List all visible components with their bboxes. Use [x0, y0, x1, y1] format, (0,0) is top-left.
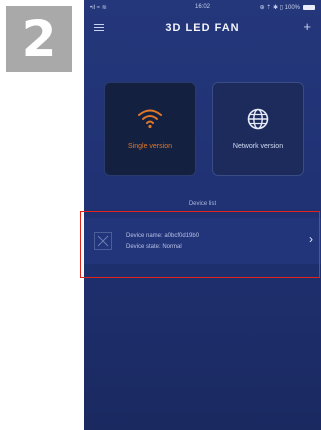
status-bar: •ıl ≈ ≋ 16:02 ⊕ ⇡ ✱ ▯ 100% — [84, 0, 321, 14]
app-header: 3D LED FAN + — [84, 14, 321, 40]
single-version-card[interactable]: Single version — [104, 82, 196, 176]
network-version-label: Network version — [232, 143, 284, 150]
globe-icon — [213, 107, 303, 131]
network-version-card[interactable]: Network version — [212, 82, 304, 176]
add-icon[interactable]: + — [303, 20, 311, 33]
battery-icon — [303, 5, 315, 10]
app-title: 3D LED FAN — [165, 22, 240, 34]
device-list-title: Device list — [188, 201, 217, 207]
highlight-box — [80, 211, 320, 278]
step-number-badge: 2 — [6, 6, 72, 72]
wifi-icon — [105, 107, 195, 129]
single-version-label: Single version — [128, 143, 172, 150]
status-right: ⊕ ⇡ ✱ ▯ 100% — [260, 4, 315, 11]
status-right-text: ⊕ ⇡ ✱ ▯ 100% — [259, 5, 300, 11]
